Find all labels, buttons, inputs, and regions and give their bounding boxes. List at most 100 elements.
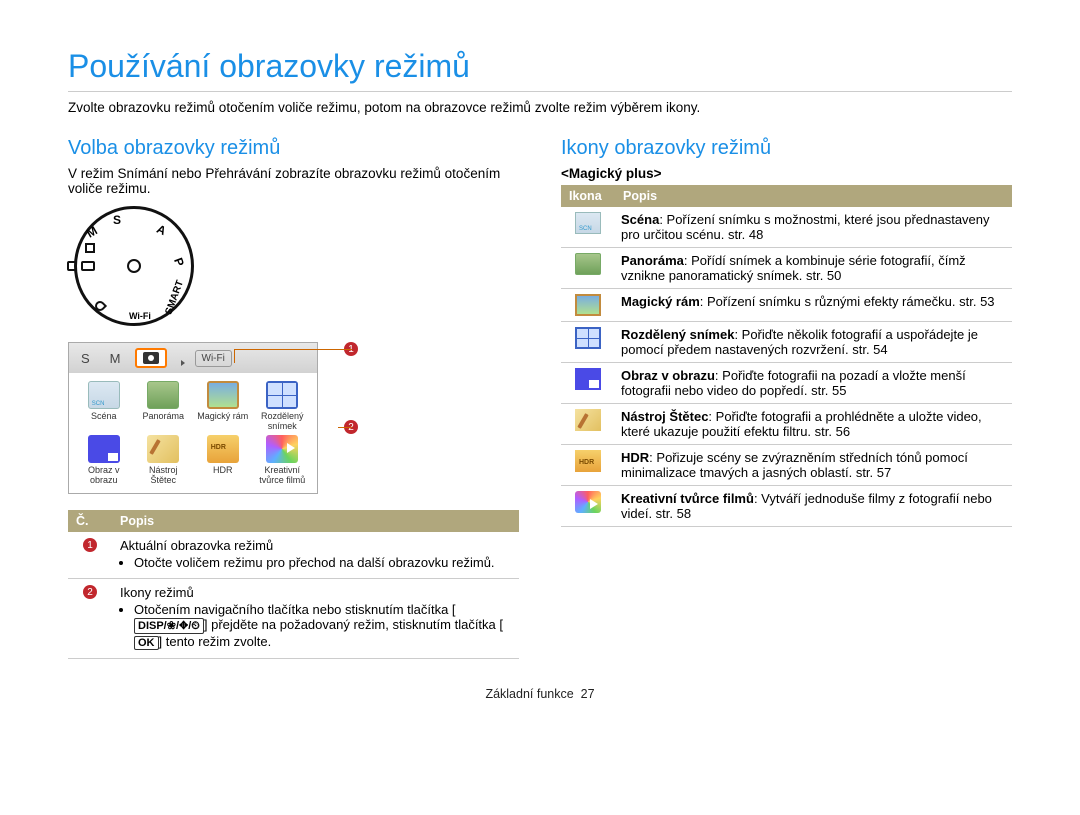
mode-panorama: Panoráma — [137, 381, 191, 431]
row-desc: Nástroj Štětec: Pořiďte fotografii a pro… — [615, 404, 1012, 445]
table-row: Magický rám: Pořízení snímku s různými e… — [561, 289, 1012, 322]
magic-frame-icon — [575, 294, 601, 316]
header-desc: Popis — [615, 185, 1012, 207]
left-subtitle: Volba obrazovky režimů — [68, 137, 519, 160]
row-desc: Panoráma: Pořídí snímek a kombinuje séri… — [615, 248, 1012, 289]
table-header-row: Č. Popis — [68, 510, 519, 532]
row-name: HDR — [621, 450, 649, 465]
dial-label-s: S — [113, 213, 121, 227]
dial-grid-icon — [85, 243, 95, 253]
split-icon — [575, 327, 601, 349]
mode-label: Obraz v obrazu — [88, 465, 120, 485]
ok-key: OK — [134, 636, 159, 650]
right-subtitle: Ikony obrazovky režimů — [561, 137, 1012, 160]
row-name: Kreativní tvůrce filmů — [621, 491, 754, 506]
table-row: Rozdělený snímek: Pořiďte několik fotogr… — [561, 322, 1012, 363]
pip-icon — [88, 435, 120, 463]
screen-with-callouts: S M Wi-Fi Scéna Panoráma Magický rám Roz… — [68, 342, 338, 494]
dial-label-wifi: Wi-Fi — [129, 311, 151, 321]
scene-icon — [88, 381, 120, 409]
icons-table: Ikona Popis Scéna: Pořízení snímku s mož… — [561, 185, 1012, 527]
movie-maker-icon — [266, 435, 298, 463]
tab-bar: S M Wi-Fi — [69, 343, 317, 373]
dial-label-a: A — [154, 222, 168, 238]
tab-camera — [135, 348, 167, 368]
brush-icon — [575, 409, 601, 431]
mode-label: Scéna — [91, 411, 117, 421]
row-name: Rozdělený snímek — [621, 327, 734, 342]
right-column: Ikony obrazovky režimů <Magický plus> Ik… — [561, 137, 1012, 659]
tab-m: M — [104, 349, 127, 368]
mode-label: HDR — [213, 465, 233, 475]
camera-icon — [143, 352, 159, 364]
bullet-post: ] tento režim zvolte. — [159, 634, 272, 649]
scene-icon — [575, 212, 601, 234]
bullet-mid: ] přejděte na požadovaný režim, stisknut… — [204, 617, 503, 632]
dial-label-p: P — [171, 256, 187, 268]
table-row: Obraz v obrazu: Pořiďte fotografii na po… — [561, 363, 1012, 404]
dial-pointer-icon — [67, 261, 77, 271]
row-text: : Pořízení snímku s možnostmi, které jso… — [621, 212, 990, 242]
magic-frame-icon — [207, 381, 239, 409]
row-desc: Obraz v obrazu: Pořiďte fotografii na po… — [615, 363, 1012, 404]
row-name: Panoráma — [621, 253, 684, 268]
row-desc: HDR: Pořizuje scény se zvýrazněním střed… — [615, 445, 1012, 486]
mode-grid: Scéna Panoráma Magický rám Rozdělený sní… — [69, 373, 317, 493]
split-icon — [266, 381, 298, 409]
mode-movie-maker: Kreativní tvůrce filmů — [256, 435, 310, 485]
table-row: Nástroj Štětec: Pořiďte fotografii a pro… — [561, 404, 1012, 445]
pip-icon — [575, 368, 601, 390]
mode-brush: Nástroj Štětec — [137, 435, 191, 485]
dial-label-smart: SMART — [164, 279, 186, 316]
table-row: 2 Ikony režimů Otočením navigačního tlač… — [68, 579, 519, 659]
mode-pip: Obraz v obrazu — [77, 435, 131, 485]
row-desc: Rozdělený snímek: Pořiďte několik fotogr… — [615, 322, 1012, 363]
row-desc: Kreativní tvůrce filmů: Vytváří jednoduš… — [615, 486, 1012, 527]
dial-leaf-icon — [93, 299, 107, 313]
row-text: : Pořizuje scény se zvýrazněním středníc… — [621, 450, 968, 480]
table-row: HDR: Pořizuje scény se zvýrazněním střed… — [561, 445, 1012, 486]
row-desc: Scéna: Pořízení snímku s možnostmi, kter… — [615, 207, 1012, 248]
callout-1: 1 — [344, 342, 358, 356]
header-desc: Popis — [112, 510, 519, 532]
panorama-icon — [575, 253, 601, 275]
row-desc: Magický rám: Pořízení snímku s různými e… — [615, 289, 1012, 322]
row-badge-2: 2 — [83, 585, 97, 599]
left-subtext: V režim Snímání nebo Přehrávání zobrazít… — [68, 166, 519, 196]
tab-video — [175, 356, 187, 360]
mode-label: Panoráma — [142, 411, 184, 421]
mode-hdr: HDR — [196, 435, 250, 485]
table-row: 1 Aktuální obrazovka režimů Otočte volič… — [68, 532, 519, 579]
table-row: Kreativní tvůrce filmů: Vytváří jednoduš… — [561, 486, 1012, 527]
callout-2: 2 — [344, 420, 358, 434]
row-2-desc: Ikony režimů Otočením navigačního tlačít… — [112, 579, 519, 659]
table-header-row: Ikona Popis — [561, 185, 1012, 207]
page: Používání obrazovky režimů Zvolte obrazo… — [0, 0, 1080, 725]
row-title: Ikony režimů — [120, 585, 194, 600]
mode-magic-frame: Magický rám — [196, 381, 250, 431]
row-name: Scéna — [621, 212, 659, 227]
left-column: Volba obrazovky režimů V režim Snímání n… — [68, 137, 519, 659]
header-icon: Ikona — [561, 185, 615, 207]
hdr-icon — [207, 435, 239, 463]
mode-dial: S A P M SMART Wi-Fi — [74, 206, 194, 326]
mode-screen: S M Wi-Fi Scéna Panoráma Magický rám Roz… — [68, 342, 318, 494]
table-row: Scéna: Pořízení snímku s možnostmi, kter… — [561, 207, 1012, 248]
page-title: Používání obrazovky režimů — [68, 48, 1012, 92]
row-bullet: Otočte voličem režimu pro přechod na dal… — [134, 555, 511, 570]
mode-label: Nástroj Štětec — [149, 465, 178, 485]
row-name: Nástroj Štětec — [621, 409, 708, 424]
mode-label: Magický rám — [197, 411, 248, 421]
dial-label-m: M — [84, 223, 100, 240]
dial-camera-icon — [81, 261, 95, 271]
mode-split: Rozdělený snímek — [256, 381, 310, 431]
footer-section: Základní funkce — [485, 687, 573, 701]
row-title: Aktuální obrazovka režimů — [120, 538, 273, 553]
header-num: Č. — [68, 510, 112, 532]
mode-scene: Scéna — [77, 381, 131, 431]
row-name: Obraz v obrazu — [621, 368, 715, 383]
tab-s: S — [75, 349, 96, 368]
table-row: Panoráma: Pořídí snímek a kombinuje séri… — [561, 248, 1012, 289]
magic-plus-caption: <Magický plus> — [561, 166, 1012, 181]
row-text: : Pořízení snímku s různými efekty rámeč… — [700, 294, 995, 309]
